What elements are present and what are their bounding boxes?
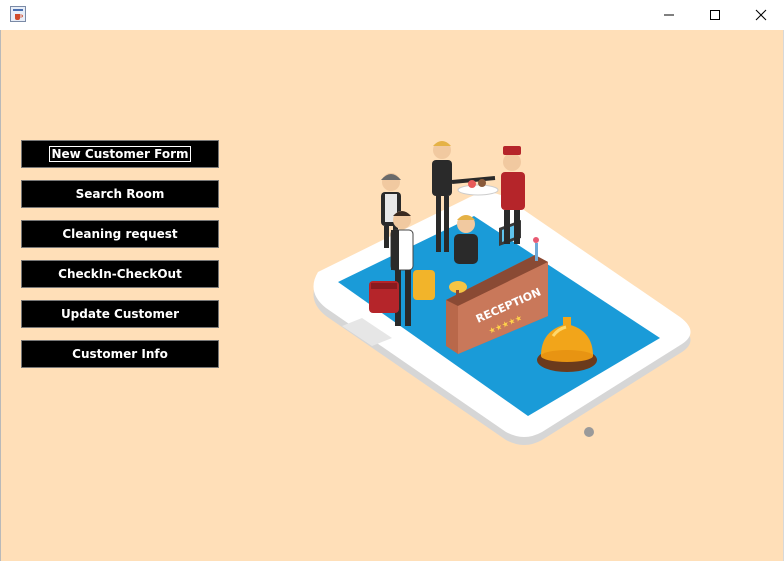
cleaning-request-button[interactable]: Cleaning request bbox=[21, 220, 219, 248]
maximize-button[interactable] bbox=[692, 0, 738, 30]
minimize-icon bbox=[664, 14, 674, 16]
search-room-button[interactable]: Search Room bbox=[21, 180, 219, 208]
new-customer-form-button[interactable]: New Customer Form bbox=[21, 140, 219, 168]
java-coffee-icon bbox=[10, 6, 26, 22]
maximize-icon bbox=[710, 10, 720, 20]
close-icon bbox=[755, 9, 767, 21]
minimize-button[interactable] bbox=[646, 0, 692, 30]
window-border bbox=[0, 30, 1, 561]
customer-info-button[interactable]: Customer Info bbox=[21, 340, 219, 368]
checkin-checkout-button[interactable]: CheckIn-CheckOut bbox=[21, 260, 219, 288]
close-button[interactable] bbox=[738, 0, 784, 30]
hotel-reception-illustration: RECEPTION ★★★★★ bbox=[313, 141, 691, 445]
update-customer-button[interactable]: Update Customer bbox=[21, 300, 219, 328]
title-bar bbox=[0, 0, 784, 30]
